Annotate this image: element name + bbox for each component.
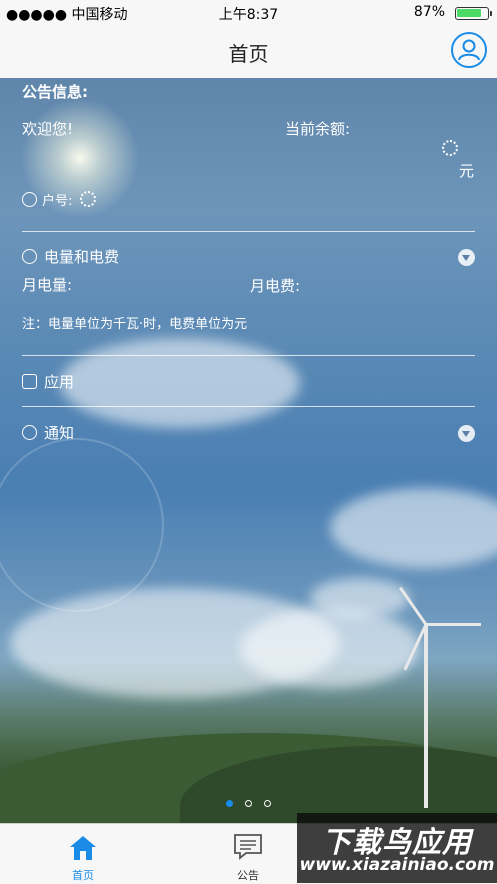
page-title: 首页 — [228, 42, 269, 66]
announcement-title: 公告信息: — [22, 83, 88, 101]
monthly-fee-label: 月电费: — [250, 277, 301, 295]
chevron-down-icon[interactable] — [458, 425, 475, 442]
message-icon — [234, 834, 262, 860]
account-icon — [22, 192, 37, 207]
balance-label: 当前余额: — [285, 120, 351, 138]
apps-title: 应用 — [44, 373, 75, 391]
battery-icon — [455, 7, 492, 20]
tab-notice-label: 公告 — [237, 869, 259, 882]
notice-title: 通知 — [44, 424, 75, 442]
divider — [22, 231, 475, 232]
unit-note: 注：电量单位为千瓦·时，电费单位为元 — [22, 317, 248, 332]
user-profile-icon[interactable] — [451, 32, 487, 68]
meter-icon — [22, 249, 37, 264]
carousel-dot[interactable] — [245, 800, 252, 807]
status-bar: ●●●●● 中国移动 上午8:37 87% — [0, 0, 497, 26]
balance-unit: 元 — [459, 162, 475, 180]
tab-home[interactable]: 首页 — [33, 824, 133, 884]
divider — [22, 406, 475, 407]
home-icon — [70, 836, 96, 860]
balance-loading-spinner — [442, 140, 458, 156]
wind-turbine — [424, 623, 428, 808]
chevron-down-icon[interactable] — [458, 249, 475, 266]
battery-percent: 87% — [413, 4, 445, 20]
tab-notice[interactable]: 公告 — [198, 824, 298, 884]
navigation-bar: 首页 — [0, 26, 497, 79]
welcome-text: 欢迎您! — [22, 120, 74, 138]
monthly-kwh-label: 月电量: — [22, 276, 73, 294]
account-label: 户号: — [42, 194, 73, 209]
account-panel: 公告信息: 欢迎您! 当前余额: 元 户号: 电量和电费 月电量: 月电费: 注… — [0, 78, 497, 458]
watermark-logo: 下载鸟应用 www.xiazainiao.com — [297, 813, 497, 883]
usage-title: 电量和电费 — [44, 248, 120, 266]
speaker-icon — [22, 425, 37, 440]
watermark-url: www.xiazainiao.com — [299, 855, 495, 875]
lens-flare — [0, 438, 164, 612]
apps-icon — [22, 374, 37, 389]
divider — [22, 355, 475, 356]
tab-home-label: 首页 — [72, 869, 94, 882]
account-loading-spinner — [80, 191, 96, 207]
carousel-dot[interactable] — [226, 800, 233, 807]
carousel-dot[interactable] — [264, 800, 271, 807]
